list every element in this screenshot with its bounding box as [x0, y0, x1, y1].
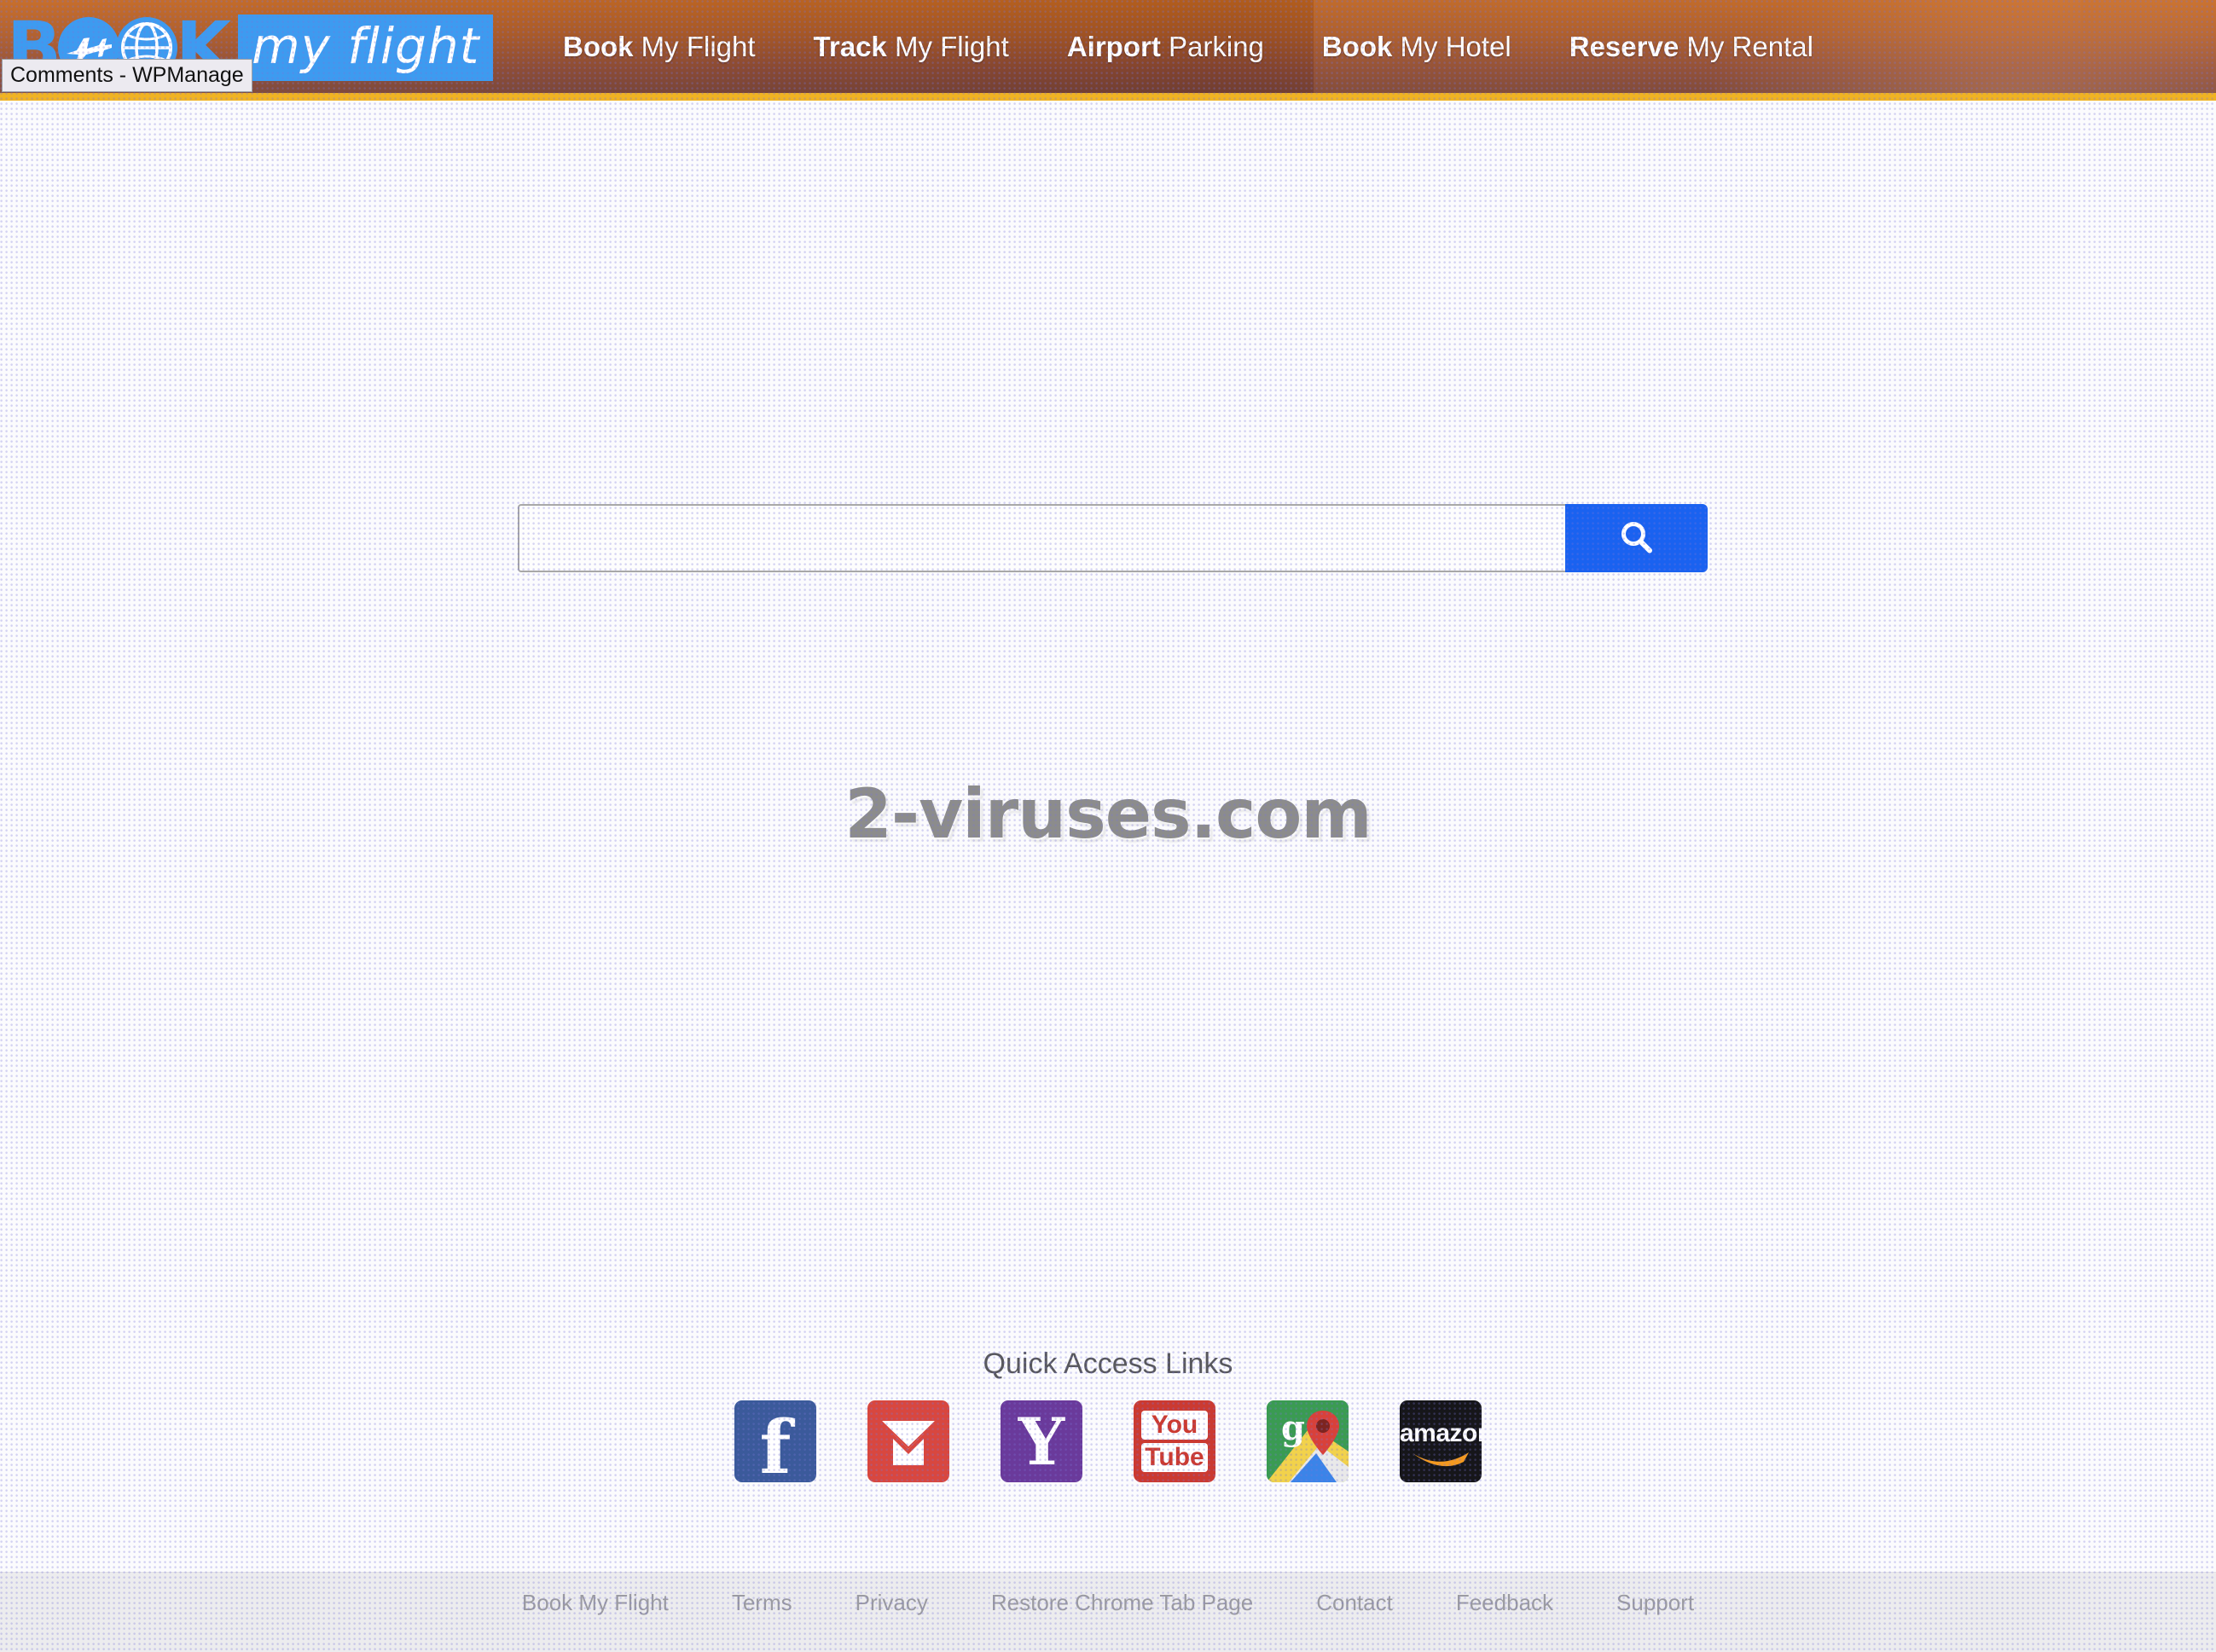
nav-item-track-my-flight[interactable]: Track My Flight: [814, 31, 1009, 63]
amazon-smile-icon: [1413, 1452, 1469, 1467]
facebook-icon: f: [759, 1405, 792, 1483]
logo-myflight-box: my flight: [238, 14, 494, 81]
nav-item-reserve-my-rental[interactable]: Reserve My Rental: [1569, 31, 1813, 63]
search-input[interactable]: [518, 504, 1565, 572]
gmail-icon: [882, 1421, 935, 1465]
quick-link-google-maps[interactable]: g: [1267, 1400, 1349, 1482]
footer-link-book-my-flight[interactable]: Book My Flight: [522, 1590, 669, 1616]
quick-link-yahoo[interactable]: Y: [1001, 1400, 1082, 1482]
page-canvas: B K my flight Book My Flight Track My Fl…: [0, 0, 2216, 1652]
svg-text:g: g: [1281, 1408, 1305, 1448]
footer-link-support[interactable]: Support: [1616, 1590, 1694, 1616]
quick-access-title: Quick Access Links: [983, 1348, 1233, 1380]
footer-link-list: Book My Flight Terms Privacy Restore Chr…: [0, 1573, 2216, 1632]
site-header: B K my flight Book My Flight Track My Fl…: [0, 0, 2216, 101]
search-icon: [1621, 522, 1652, 554]
comments-tooltip: Comments - WPManage: [2, 59, 252, 92]
watermark-text: 2-viruses.com: [844, 774, 1372, 854]
search-bar: [518, 504, 1708, 572]
footer-link-feedback[interactable]: Feedback: [1456, 1590, 1553, 1616]
quick-link-gmail[interactable]: [867, 1400, 949, 1482]
yahoo-icon: Y: [1018, 1403, 1065, 1480]
logo-myflight-text: my flight: [252, 17, 480, 75]
quick-link-amazon[interactable]: amazon: [1400, 1400, 1482, 1482]
footer-link-restore-chrome-tab[interactable]: Restore Chrome Tab Page: [991, 1590, 1253, 1616]
footer-link-privacy[interactable]: Privacy: [856, 1590, 928, 1616]
youtube-icon: You: [1141, 1411, 1208, 1440]
google-maps-icon: g: [1267, 1400, 1349, 1482]
quick-link-youtube[interactable]: You Tube: [1134, 1400, 1215, 1482]
main-navigation: Book My Flight Track My Flight Airport P…: [563, 0, 1813, 93]
search-button[interactable]: [1565, 504, 1708, 572]
footer-link-contact[interactable]: Contact: [1316, 1590, 1393, 1616]
nav-item-book-my-flight[interactable]: Book My Flight: [563, 31, 756, 63]
plane-icon: [67, 38, 113, 60]
nav-item-book-my-hotel[interactable]: Book My Hotel: [1322, 31, 1511, 63]
quick-link-facebook[interactable]: f: [734, 1400, 816, 1482]
footer-link-terms[interactable]: Terms: [732, 1590, 792, 1616]
site-footer: Book My Flight Terms Privacy Restore Chr…: [0, 1572, 2216, 1652]
quick-access-links: f Y You Tube g amazo: [0, 1400, 2216, 1482]
nav-item-airport-parking[interactable]: Airport Parking: [1067, 31, 1264, 63]
youtube-label-bottom: Tube: [1141, 1443, 1208, 1472]
amazon-icon: amazon: [1400, 1419, 1482, 1447]
